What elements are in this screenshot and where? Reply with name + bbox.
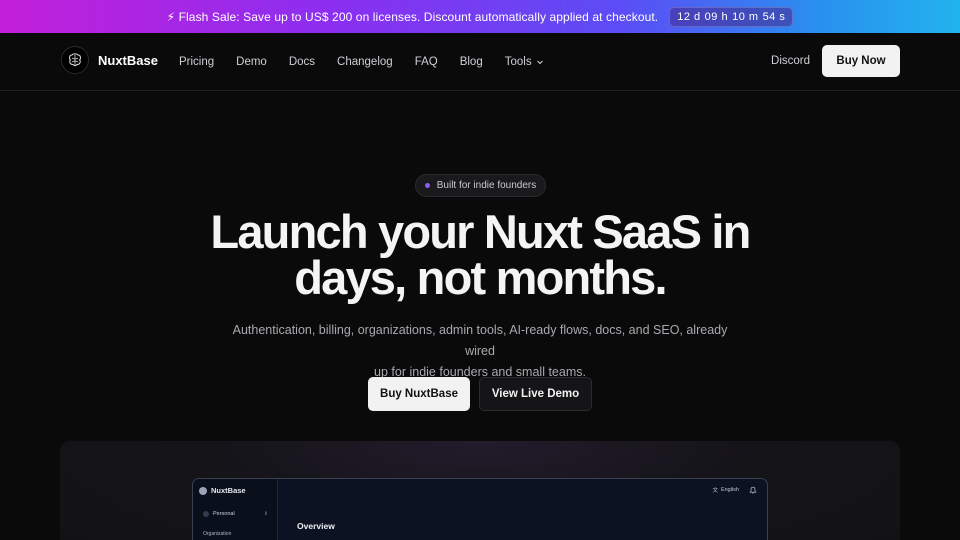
countdown-days: 12 d	[677, 10, 701, 23]
flash-sale-message: ⚡ Flash Sale: Save up to US$ 200 on lice…	[166, 9, 659, 24]
countdown-timer: 12 d 09 h 10 m 54 s	[669, 6, 794, 27]
countdown-minutes: 10 m	[732, 10, 759, 23]
translate-icon: 文	[712, 488, 718, 494]
badge-dot-icon	[424, 183, 430, 188]
nav-link-demo[interactable]: Demo	[236, 56, 267, 68]
headline-line-2: days, not months.	[294, 251, 667, 304]
top-navbar: NuxtBase Pricing Demo Docs Changelog FAQ…	[0, 33, 960, 91]
nav-link-tools: Tools	[504, 56, 532, 68]
brand-name: NuxtBase	[98, 52, 158, 68]
flash-sale-banner: ⚡ Flash Sale: Save up to US$ 200 on lice…	[0, 0, 960, 33]
language-label: English	[720, 487, 739, 493]
brand-logo-link[interactable]: NuxtBase	[61, 46, 158, 74]
nav-link-faq[interactable]: FAQ	[415, 56, 438, 68]
buy-now-button[interactable]: Buy Now	[822, 45, 900, 77]
workspace-name: Personal	[213, 511, 235, 517]
nav-link-blog[interactable]: Blog	[460, 56, 483, 68]
hero-headline: Launch your Nuxt SaaS in days, not month…	[0, 205, 960, 304]
nav-link-docs[interactable]: Docs	[289, 56, 315, 68]
hero-subtitle: Authentication, billing, organizations, …	[220, 320, 740, 383]
buy-nuxtbase-button[interactable]: Buy NuxtBase	[368, 377, 470, 411]
nav-actions: Discord Buy Now	[771, 45, 900, 77]
countdown-seconds: 54 s	[762, 10, 786, 23]
countdown-hours: 09 h	[704, 10, 729, 23]
chevron-updown-icon: ⇕	[263, 511, 268, 517]
app-brand-name: NuxtBase	[211, 486, 246, 495]
app-topbar: 文 English	[279, 479, 767, 501]
app-preview-window: NuxtBase Personal ⇕ Organization 文 Engli…	[192, 478, 768, 540]
nav-link-changelog[interactable]: Changelog	[337, 56, 393, 68]
hero-badge: Built for indie founders	[415, 174, 546, 197]
bell-icon[interactable]	[749, 486, 757, 494]
app-sidebar: NuxtBase Personal ⇕ Organization	[193, 479, 278, 540]
nav-tools-dropdown[interactable]: Tools	[505, 56, 544, 68]
app-logo-icon	[199, 486, 207, 495]
nav-link-pricing[interactable]: Pricing	[179, 56, 214, 68]
app-page-title: Overview	[297, 521, 335, 531]
brain-logo-icon	[61, 46, 89, 74]
sidebar-section-label: Organization	[203, 531, 232, 537]
chevron-down-icon	[536, 60, 543, 65]
workspace-selector[interactable]: Personal ⇕	[200, 507, 272, 521]
badge-label: Built for indie founders	[436, 180, 537, 191]
view-live-demo-button[interactable]: View Live Demo	[479, 377, 592, 411]
primary-nav: Pricing Demo Docs Changelog FAQ Blog Too…	[179, 33, 544, 91]
workspace-avatar	[203, 511, 209, 517]
language-switcher[interactable]: 文 English	[712, 486, 739, 494]
discord-link[interactable]: Discord	[771, 55, 810, 67]
app-brand: NuxtBase	[199, 486, 246, 495]
subtitle-line-1: Authentication, billing, organizations, …	[232, 323, 728, 358]
headline-line-1: Launch your Nuxt SaaS in	[210, 205, 751, 258]
